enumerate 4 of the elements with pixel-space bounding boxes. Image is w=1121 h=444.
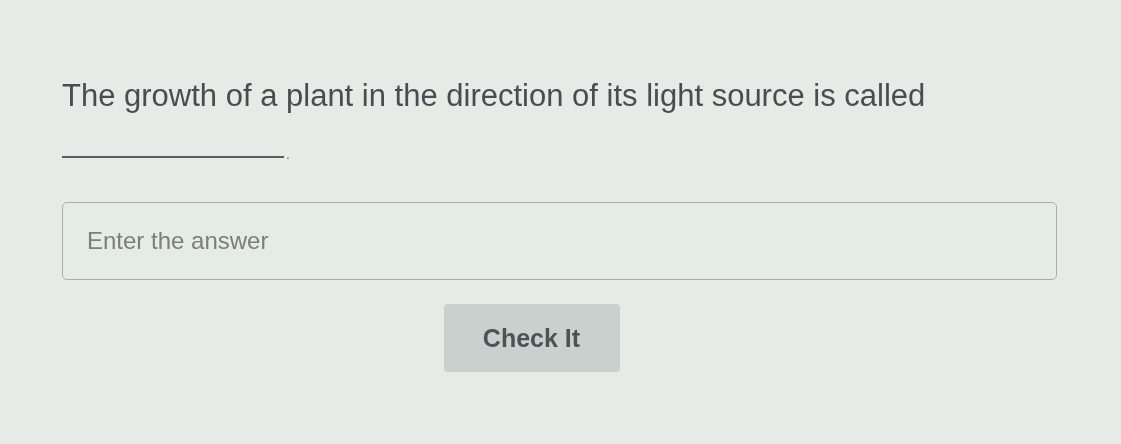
period-text: . xyxy=(286,146,290,162)
answer-field[interactable]: Enter the answer xyxy=(62,202,1057,280)
check-button[interactable]: Check It xyxy=(443,304,620,372)
question-text: The growth of a plant in the direction of its light source is called xyxy=(62,78,927,114)
